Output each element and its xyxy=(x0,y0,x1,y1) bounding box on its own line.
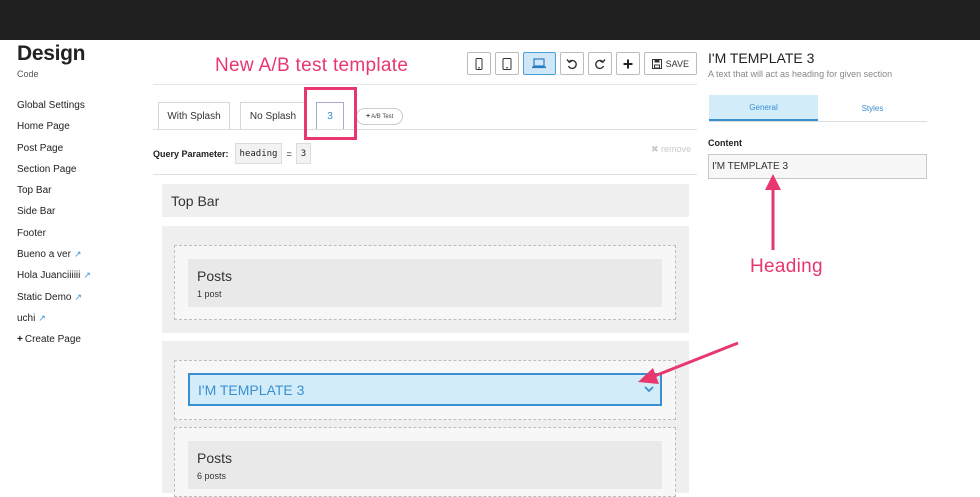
sidebar-item-global-settings[interactable]: Global Settings xyxy=(17,95,147,116)
sidebar-item-section-page[interactable]: Section Page xyxy=(17,159,147,180)
tab-no-splash[interactable]: No Splash xyxy=(240,102,306,129)
sidebar-item-label: Side Bar xyxy=(17,206,56,218)
sidebar-item-side-bar[interactable]: Side Bar xyxy=(17,201,147,222)
panel-subtitle: A text that will act as heading for give… xyxy=(708,69,893,79)
plus-icon xyxy=(623,59,633,68)
tab-label: Styles xyxy=(861,103,884,113)
external-link-icon: ↗ xyxy=(74,291,83,302)
redo-icon xyxy=(594,58,606,69)
sidebar-item-label: uchi xyxy=(17,312,36,324)
brand-subtitle[interactable]: Code xyxy=(17,69,147,79)
remove-label: remove xyxy=(660,144,691,154)
external-link-icon: ↗ xyxy=(83,270,91,281)
section-top-bar[interactable]: Top Bar xyxy=(162,184,689,217)
posts-module[interactable]: Posts 6 posts xyxy=(188,441,662,489)
section-block: Posts 6 posts xyxy=(162,341,689,497)
sidebar-item-label: Static Demo xyxy=(17,291,72,303)
sidebar-item-home-page[interactable]: Home Page xyxy=(17,116,147,137)
posts-title: Posts xyxy=(197,268,233,284)
dropzone: Posts 6 posts xyxy=(174,427,676,497)
brand-title: Design xyxy=(17,42,86,65)
sidebar-item-bueno-a-ver[interactable]: Bueno a ver ↗ xyxy=(17,244,147,265)
annotation-highlight-box xyxy=(304,87,357,140)
phone-view-button[interactable] xyxy=(466,52,491,75)
sidebar-item-label: Global Settings xyxy=(17,100,85,111)
undo-button[interactable] xyxy=(559,52,584,75)
external-link-icon: ↗ xyxy=(73,249,82,260)
create-page-label: Create Page xyxy=(24,334,81,346)
properties-panel: I'M TEMPLATE 3 A text that will act as h… xyxy=(708,40,980,493)
external-link-icon: ↗ xyxy=(38,312,46,323)
chevron-down-icon[interactable] xyxy=(644,382,654,396)
top-bar xyxy=(0,0,980,40)
floppy-disk-icon xyxy=(651,58,662,69)
tablet-icon xyxy=(502,57,512,70)
plus-icon: + xyxy=(366,113,371,120)
query-key-field[interactable]: heading xyxy=(234,143,283,164)
sidebar-item-label: Home Page xyxy=(17,121,70,133)
variant-tabs: With Splash No Splash 3 + A/B Test xyxy=(158,102,404,129)
sidebar-item-static-demo[interactable]: Static Demo ↗ xyxy=(17,287,147,308)
posts-count: 6 posts xyxy=(197,471,227,481)
tab-general[interactable]: General xyxy=(709,95,818,121)
tab-label: With Splash xyxy=(167,110,221,122)
posts-title: Posts xyxy=(197,450,233,466)
sidebar-nav: Global Settings Home Page Post Page Sect… xyxy=(17,95,147,351)
plus-icon: + xyxy=(17,334,23,346)
laptop-view-button[interactable] xyxy=(522,52,556,75)
sidebar-item-footer[interactable]: Footer xyxy=(17,223,147,244)
remove-link[interactable]: ✖ remove xyxy=(651,144,691,155)
sidebar-item-label: Bueno a ver xyxy=(17,249,71,261)
template-heading-label: I'M TEMPLATE 3 xyxy=(198,381,305,398)
tab-styles[interactable]: Styles xyxy=(818,95,927,121)
panel-tabs: General Styles xyxy=(709,95,927,122)
sidebar-item-top-bar[interactable]: Top Bar xyxy=(17,180,147,201)
editor-area: New A/B test template SAVE With Splash N… xyxy=(153,40,697,497)
add-section-button[interactable] xyxy=(615,52,640,75)
tab-label: No Splash xyxy=(249,110,297,122)
query-parameter: Query Parameter: heading = 3 xyxy=(153,143,312,164)
save-button[interactable]: SAVE xyxy=(643,52,697,75)
sidebar-item-label: Post Page xyxy=(17,142,64,154)
content-label: Content xyxy=(708,138,742,148)
sidebar-item-hola-juanciiiiii[interactable]: Hola Juanciiiiii ↗ xyxy=(17,265,147,286)
ab-test-label: A/B Test xyxy=(371,113,394,120)
sidebar-item-label: Hola Juanciiiiii xyxy=(17,270,81,282)
query-value-field[interactable]: 3 xyxy=(295,143,312,164)
tab-with-splash[interactable]: With Splash xyxy=(158,102,230,129)
dropzone: Posts 1 post xyxy=(174,245,676,320)
laptop-icon xyxy=(532,58,547,69)
panel-title: I'M TEMPLATE 3 xyxy=(708,50,815,66)
section-block: Posts 1 post xyxy=(162,226,689,333)
template-heading-module[interactable]: I'M TEMPLATE 3 xyxy=(188,373,662,406)
create-page-link[interactable]: + Create Page xyxy=(17,329,147,350)
posts-module[interactable]: Posts 1 post xyxy=(188,259,662,307)
sidebar: Design Code Global Settings Home Page Po… xyxy=(17,40,147,351)
ab-test-button[interactable]: + A/B Test xyxy=(356,108,404,125)
phone-icon xyxy=(475,57,483,70)
undo-icon xyxy=(566,58,577,69)
toolbar: SAVE xyxy=(466,52,697,75)
equals-sign: = xyxy=(286,148,292,159)
close-icon: ✖ xyxy=(650,144,661,154)
redo-button[interactable] xyxy=(587,52,612,75)
tablet-view-button[interactable] xyxy=(494,52,519,75)
sidebar-item-uchi[interactable]: uchi ↗ xyxy=(17,308,147,329)
query-parameter-label: Query Parameter: xyxy=(153,148,229,159)
posts-count: 1 post xyxy=(197,289,222,299)
annotation-new-ab-test: New A/B test template xyxy=(215,55,409,76)
sidebar-item-post-page[interactable]: Post Page xyxy=(17,138,147,159)
save-label: SAVE xyxy=(665,58,689,69)
annotation-heading: Heading xyxy=(750,256,823,277)
sidebar-item-label: Footer xyxy=(17,227,46,239)
tab-label: General xyxy=(749,102,778,112)
divider xyxy=(153,174,697,175)
divider xyxy=(153,84,697,85)
sidebar-item-label: Top Bar xyxy=(17,185,52,197)
content-field[interactable] xyxy=(708,154,927,179)
sidebar-item-label: Section Page xyxy=(17,163,77,175)
tabs-baseline xyxy=(153,129,697,130)
